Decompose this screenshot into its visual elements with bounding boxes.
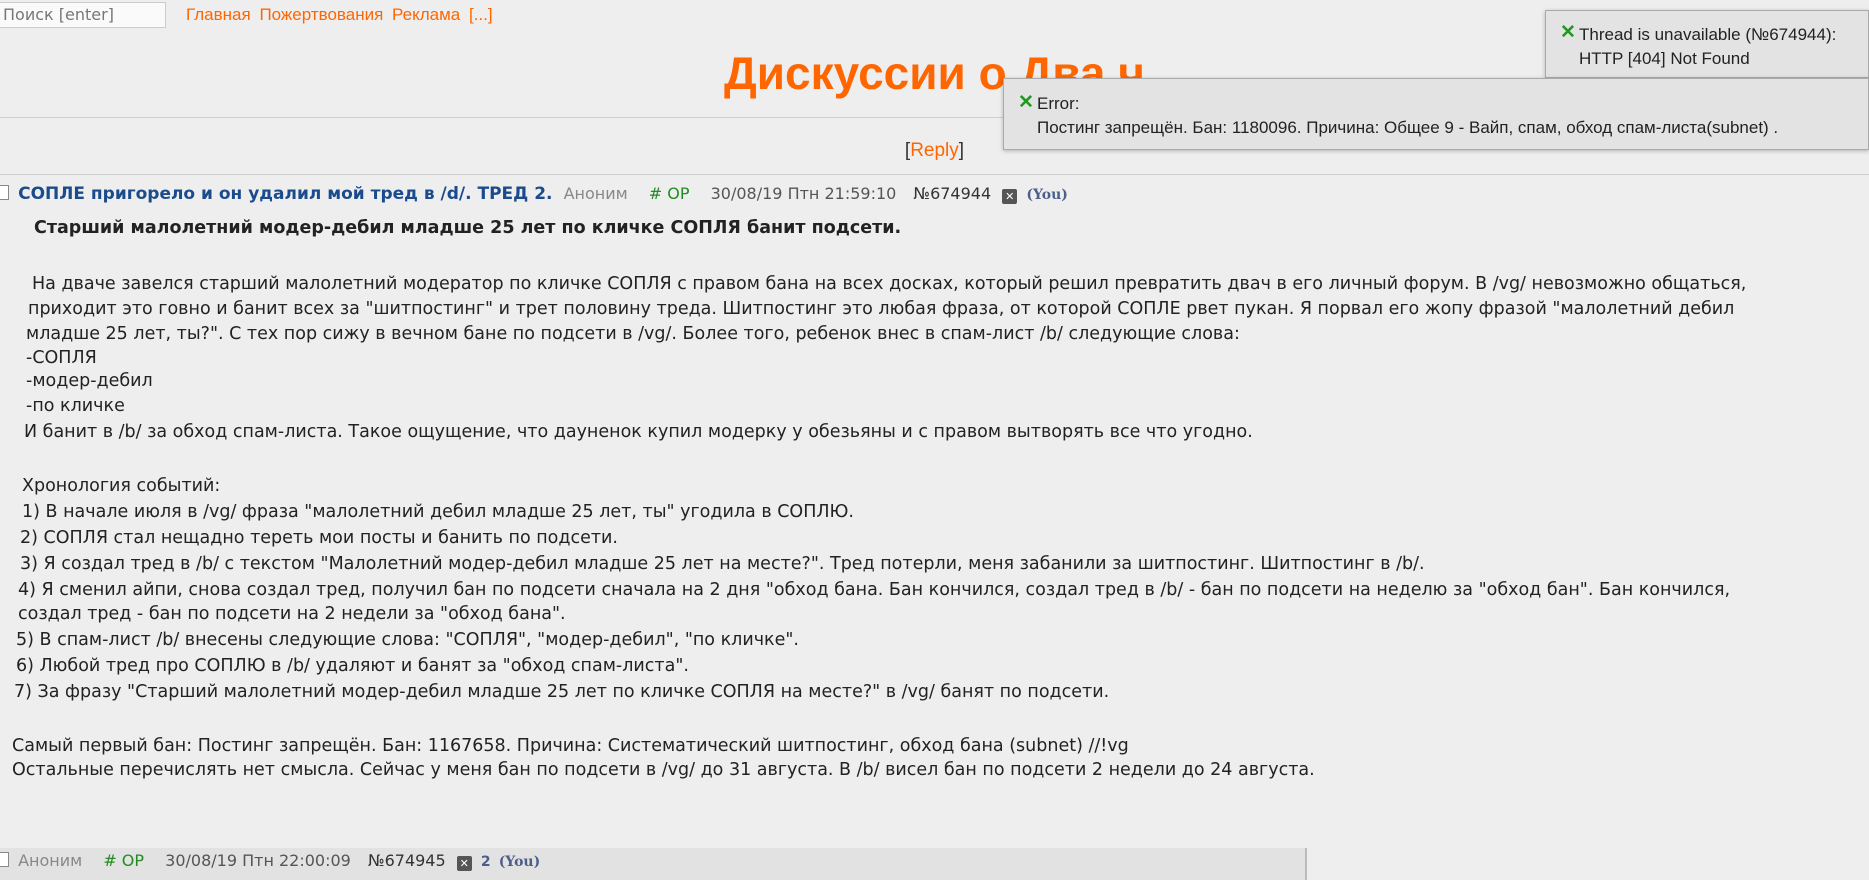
nav-link-ads[interactable]: Реклама [392, 5, 460, 24]
chronology-title: Хронология событий: [22, 476, 221, 496]
search-input[interactable]: Поиск [enter] [0, 2, 166, 28]
nav-link-donations[interactable]: Пожертвования [259, 5, 383, 24]
post-header: Аноним # OP 30/08/19 Птн 22:00:09 №67494… [0, 851, 540, 871]
you-marker: (You) [498, 854, 541, 870]
chronology-item: создал тред - бан по подсети на 2 недели… [18, 604, 566, 624]
chronology-item: 4) Я сменил айпи, снова создал тред, пол… [18, 580, 1731, 600]
nav-link-home[interactable]: Главная [186, 5, 251, 24]
reply-count: 2 [480, 854, 491, 870]
post-select-checkbox[interactable] [0, 185, 9, 200]
notice-message: HTTP [404] Not Found [1579, 49, 1750, 68]
hide-post-icon[interactable]: ✕ [456, 856, 472, 871]
post-headline: Старший малолетний модер-дебил младше 25… [34, 218, 902, 238]
post-select-checkbox[interactable] [0, 852, 9, 867]
post-number[interactable]: №674944 [913, 184, 991, 203]
chronology-item: 6) Любой тред про СОПЛЮ в /b/ удаляют и … [16, 656, 689, 676]
post-paragraph: младше 25 лет, ты?". С тех пор сижу в ве… [26, 324, 1240, 344]
top-nav: Главная Пожертвования Реклама [...] [186, 5, 497, 25]
spam-word-item: -по кличке [26, 396, 125, 416]
chronology-item: 2) СОПЛЯ стал нещадно тереть мои посты и… [20, 528, 618, 548]
reply-bracket-close: ] [958, 140, 965, 161]
chronology-item: 5) В спам-лист /b/ внесены следующие сло… [16, 630, 799, 650]
op-post: СОПЛЕ пригорело и он удалил мой тред в /… [0, 178, 1850, 844]
chronology-item: 1) В начале июля в /vg/ фраза "малолетни… [22, 502, 854, 522]
spam-word-item: -СОПЛЯ [26, 348, 97, 368]
close-icon[interactable]: ✕ [1560, 21, 1576, 44]
post-paragraph: И банит в /b/ за обход спам-листа. Такое… [24, 422, 1253, 442]
notice-title: Thread is unavailable (№674944): [1579, 25, 1837, 44]
chronology-item: 3) Я создал тред в /b/ с текстом "Малоле… [20, 554, 1425, 574]
notice-title: Error: [1037, 94, 1080, 113]
post-date: 30/08/19 Птн 22:00:09 [165, 851, 351, 870]
poster-name: Аноним [18, 851, 83, 870]
op-mark: # OP [648, 184, 690, 203]
post-subject: СОПЛЕ пригорело и он удалил мой тред в /… [18, 184, 553, 204]
spam-word-item: -модер-дебил [26, 371, 153, 391]
you-marker: (You) [1026, 187, 1068, 203]
chronology-item: 7) За фразу "Старший малолетний модер-де… [14, 682, 1110, 702]
notice-message: Постинг запрещён. Бан: 1180096. Причина:… [1037, 118, 1779, 137]
post-paragraph: На дваче завелся старший малолетний моде… [32, 274, 1747, 294]
reply-post: Аноним # OP 30/08/19 Птн 22:00:09 №67494… [0, 848, 1307, 880]
post-header: СОПЛЕ пригорело и он удалил мой тред в /… [0, 184, 1068, 206]
notice-thread-unavailable: ✕ Thread is unavailable (№674944): HTTP … [1545, 10, 1869, 78]
post-paragraph: приходит это говно и банит всех за "шитп… [28, 299, 1735, 319]
post-paragraph: Остальные перечислять нет смысла. Сейчас… [12, 760, 1315, 780]
post-paragraph: Самый первый бан: Постинг запрещён. Бан:… [12, 736, 1129, 756]
divider [0, 174, 1869, 175]
poster-name: Аноним [563, 184, 628, 203]
nav-link-more[interactable]: [...] [469, 5, 493, 24]
close-icon[interactable]: ✕ [1018, 91, 1034, 114]
op-mark: # OP [103, 851, 145, 870]
reply-link[interactable]: Reply [910, 140, 959, 161]
hide-post-icon[interactable]: ✕ [1002, 189, 1018, 204]
notice-error: ✕ Error: Постинг запрещён. Бан: 1180096.… [1003, 78, 1869, 150]
post-number[interactable]: №674945 [368, 851, 446, 870]
post-date: 30/08/19 Птн 21:59:10 [710, 184, 897, 203]
